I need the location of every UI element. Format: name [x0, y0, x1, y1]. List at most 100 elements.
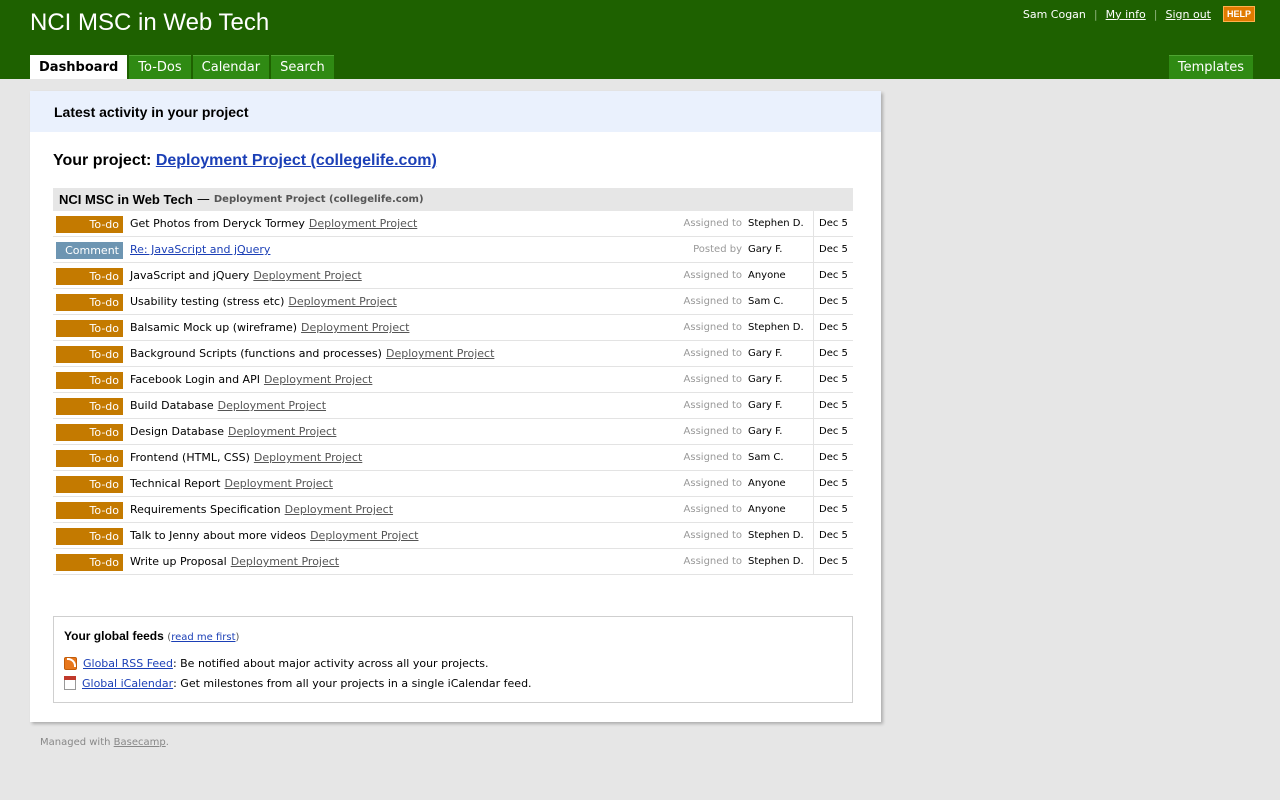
my-info-link[interactable]: My info [1106, 8, 1146, 21]
calendar-icon [64, 676, 76, 690]
rss-icon [64, 657, 77, 670]
activity-row: To-do Talk to Jenny about more videos Depl… [53, 523, 853, 549]
user-name: Sam Cogan [1022, 7, 1086, 21]
project-link[interactable]: Deployment Project [301, 321, 409, 334]
todo-badge: To-do [56, 372, 123, 389]
activity-title-wrap: Usability testing (stress etc) Deployment… [130, 295, 397, 308]
activity-date: Dec 5 [819, 504, 848, 515]
column-divider [813, 419, 814, 445]
meta-label: Assigned to [683, 400, 742, 411]
activity-title: Frontend (HTML, CSS) [130, 451, 250, 464]
project-link[interactable]: Deployment Project [285, 503, 393, 516]
todo-badge: To-do [56, 528, 123, 545]
column-divider [813, 471, 814, 497]
activity-title: Usability testing (stress etc) [130, 295, 285, 308]
activity-title: Get Photos from Deryck Tormey [130, 217, 305, 230]
project-link[interactable]: Deployment Project [309, 217, 417, 230]
meta-label: Assigned to [683, 478, 742, 489]
assignee: Gary F. [748, 244, 783, 255]
todo-badge: To-do [56, 268, 123, 285]
project-link[interactable]: Deployment Project [386, 347, 494, 360]
feed-ical: Global iCalendar : Get milestones from a… [64, 676, 532, 690]
activity-row: Comment Re: JavaScript and jQuery Posted b… [53, 237, 853, 263]
project-link[interactable]: Deployment Project [231, 555, 339, 568]
tab-calendar[interactable]: Calendar [192, 55, 270, 79]
column-divider [813, 315, 814, 341]
activity-title-wrap: Get Photos from Deryck Tormey Deployment … [130, 217, 417, 230]
read-me-first-link[interactable]: read me first [171, 632, 235, 643]
main-tabs: Dashboard To-Dos Calendar Search [30, 55, 336, 79]
project-link[interactable]: Deployment Project [254, 451, 362, 464]
tab-templates[interactable]: Templates [1168, 55, 1253, 79]
project-link[interactable]: Deployment Project [218, 399, 326, 412]
column-divider [813, 341, 814, 367]
meta-label: Assigned to [683, 218, 742, 229]
activity-date: Dec 5 [819, 400, 848, 411]
separator: | [1153, 7, 1158, 21]
user-links: Sam Cogan | My info | Sign out HELP [1023, 6, 1255, 22]
feed-rss: Global RSS Feed : Be notified about majo… [64, 657, 488, 670]
activity-title: Write up Proposal [130, 555, 227, 568]
activity-title: JavaScript and jQuery [130, 269, 250, 282]
activity-row: To-do Technical Report Deployment Project A… [53, 471, 853, 497]
project-link[interactable]: Deployment Project [264, 373, 372, 386]
todo-badge: To-do [56, 216, 123, 233]
activity-date: Dec 5 [819, 348, 848, 359]
meta-label: Assigned to [683, 504, 742, 515]
activity-row: To-do Background Scripts (functions and p… [53, 341, 853, 367]
meta-label: Assigned to [683, 452, 742, 463]
activity-title: Talk to Jenny about more videos [130, 529, 307, 542]
meta-label: Assigned to [683, 530, 742, 541]
activity-row: To-do Usability testing (stress etc) Deplo… [53, 289, 853, 315]
feed-ical-desc: : Get milestones from all your projects … [173, 676, 532, 690]
assignee: Sam C. [748, 296, 784, 307]
todo-badge: To-do [56, 450, 123, 467]
todo-badge: To-do [56, 294, 123, 311]
activity-title-wrap: Design Database Deployment Project [130, 425, 336, 438]
project-link[interactable]: Deployment Project [310, 529, 418, 542]
assignee: Gary F. [748, 348, 783, 359]
project-link[interactable]: Deployment Project [228, 425, 336, 438]
global-icalendar-link[interactable]: Global iCalendar [82, 677, 173, 690]
comment-link[interactable]: Re: JavaScript and jQuery [130, 243, 270, 256]
column-divider [813, 237, 814, 263]
activity-row: To-do Facebook Login and API Deployment Pr… [53, 367, 853, 393]
project-link[interactable]: Deployment Project [253, 269, 361, 282]
activity-title-wrap: Build Database Deployment Project [130, 399, 326, 412]
assignee: Stephen D. [748, 530, 804, 541]
activity-title-wrap: Frontend (HTML, CSS) Deployment Project [130, 451, 362, 464]
assignee: Gary F. [748, 426, 783, 437]
help-button[interactable]: HELP [1222, 6, 1255, 22]
group-subtitle: Deployment Project (collegelife.com) [213, 194, 424, 205]
todo-badge: To-do [56, 424, 123, 441]
meta-label: Posted by [693, 244, 742, 255]
tab-search[interactable]: Search [271, 55, 334, 79]
tab-todos[interactable]: To-Dos [129, 55, 191, 79]
project-link[interactable]: Deployment Project [224, 477, 332, 490]
todo-badge: To-do [56, 502, 123, 519]
column-divider [813, 367, 814, 393]
feed-rss-desc: : Be notified about major activity acros… [172, 657, 489, 670]
activity-title-wrap: Requirements Specification Deployment Pro… [130, 503, 393, 516]
your-project-label: Your project: [53, 152, 152, 169]
global-rss-feed-link[interactable]: Global RSS Feed [83, 657, 173, 670]
activity-title-wrap: Write up Proposal Deployment Project [130, 555, 339, 568]
tab-dashboard[interactable]: Dashboard [30, 55, 128, 79]
assignee: Gary F. [748, 374, 783, 385]
feeds-heading: Your global feeds (read me first) [64, 629, 842, 643]
meta-label: Assigned to [683, 296, 742, 307]
your-project: Your project: Deployment Project (colleg… [53, 152, 437, 170]
activity-date: Dec 5 [819, 296, 848, 307]
column-divider [813, 497, 814, 523]
project-link[interactable]: Deployment Project [288, 295, 396, 308]
basecamp-link[interactable]: Basecamp [114, 737, 166, 748]
activity-title-wrap: Technical Report Deployment Project [130, 477, 333, 490]
project-link[interactable]: Deployment Project (collegelife.com) [156, 152, 437, 169]
header-bar: NCI MSC in Web Tech Sam Cogan | My info … [0, 0, 1280, 79]
feeds-title: Your global feeds [64, 629, 164, 643]
column-divider [813, 445, 814, 471]
activity-row: To-do Requirements Specification Deploymen… [53, 497, 853, 523]
sign-out-link[interactable]: Sign out [1165, 8, 1211, 21]
activity-row: To-do Write up Proposal Deployment Project… [53, 549, 853, 575]
assignee: Sam C. [748, 452, 784, 463]
